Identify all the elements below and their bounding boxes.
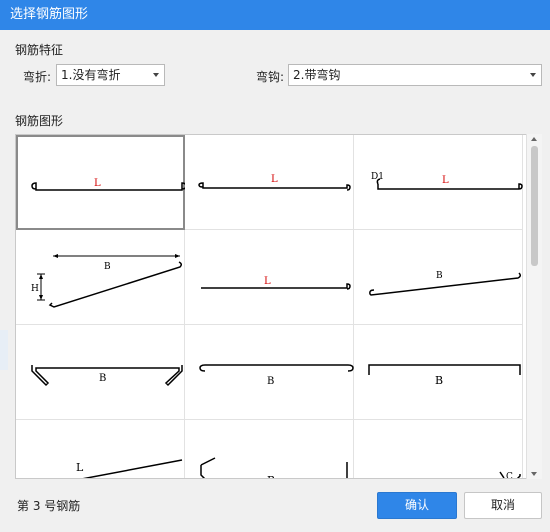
- shape-label: C: [506, 472, 513, 479]
- chevron-down-icon: [153, 73, 159, 77]
- shape-label: B: [436, 271, 443, 281]
- window-title: 选择钢筋图形: [10, 7, 89, 22]
- shape-cell-9[interactable]: B: [354, 325, 523, 420]
- hook-select-value: 2.带弯钩: [293, 68, 341, 82]
- shape-cell-6[interactable]: B: [354, 230, 523, 325]
- shape-cell-4[interactable]: B H: [16, 230, 185, 325]
- chevron-down-icon: [530, 73, 536, 77]
- cancel-button[interactable]: 取消: [464, 492, 542, 519]
- confirm-button[interactable]: 确认: [377, 492, 457, 519]
- background-window-edge: [0, 330, 8, 370]
- shapes-section-label: 钢筋图形: [15, 114, 64, 128]
- shape-cell-11[interactable]: B: [185, 420, 354, 479]
- bend-label: 弯折:: [23, 70, 52, 84]
- shape-label: L: [76, 461, 84, 474]
- shape-label: B: [435, 374, 443, 387]
- shape-label: H: [31, 284, 39, 294]
- scroll-down-arrow-icon[interactable]: [531, 472, 537, 476]
- shape-label: B: [99, 373, 106, 384]
- shape-label: L: [264, 276, 271, 287]
- shape-label: L: [442, 175, 449, 186]
- shape-cell-3[interactable]: D1 L: [354, 135, 523, 230]
- shape-cell-8[interactable]: B: [185, 325, 354, 420]
- shape-cell-1[interactable]: L: [16, 135, 187, 230]
- bend-select[interactable]: 1.没有弯折: [56, 64, 165, 86]
- shape-cell-2[interactable]: L: [185, 135, 354, 230]
- shape-cell-12[interactable]: L C: [354, 420, 523, 479]
- hook-select[interactable]: 2.带弯钩: [288, 64, 542, 86]
- shape-label: L: [94, 178, 101, 189]
- scroll-up-arrow-icon[interactable]: [531, 137, 537, 141]
- shape-cell-7[interactable]: B: [16, 325, 185, 420]
- hook-label: 弯钩:: [256, 70, 285, 84]
- shape-cell-10[interactable]: L: [16, 420, 185, 478]
- shape-label: B: [267, 376, 274, 387]
- shape-label: L: [271, 174, 278, 185]
- shape-label: D1: [371, 172, 384, 182]
- shape-cell-5[interactable]: L: [185, 230, 354, 325]
- window-titlebar: 选择钢筋图形: [0, 0, 550, 30]
- selected-rebar-status: 第 3 号钢筋: [17, 499, 81, 513]
- features-section-label: 钢筋特征: [15, 43, 64, 57]
- shape-grid-scrollbar[interactable]: [526, 134, 542, 479]
- shape-label: B: [267, 474, 275, 479]
- scrollbar-thumb[interactable]: [531, 146, 538, 266]
- shape-grid: L L D1 L B H L B B B B L C: [15, 134, 542, 479]
- bend-select-value: 1.没有弯折: [61, 68, 121, 82]
- shape-label: B: [104, 262, 111, 272]
